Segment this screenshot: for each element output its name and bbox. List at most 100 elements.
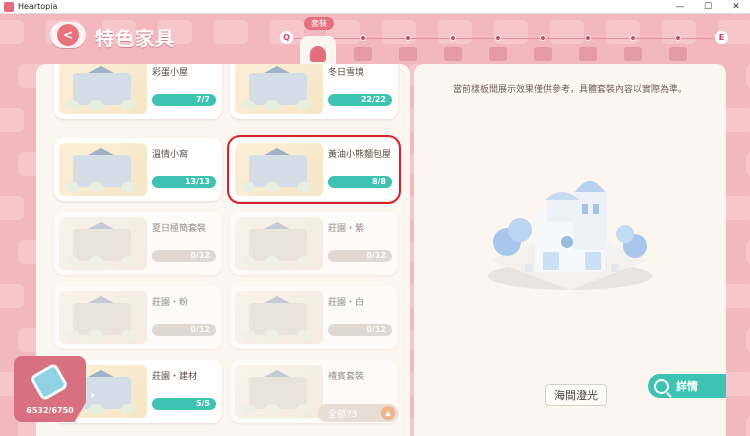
chevron-right-icon[interactable]: › [90, 388, 95, 402]
tab-marker-dot [405, 35, 411, 41]
chevron-up-icon: ▲ [381, 406, 395, 420]
brick-wall-icon [669, 47, 687, 61]
set-thumbnail [235, 143, 323, 196]
set-name: 莊園・建材 [152, 372, 198, 382]
set-thumbnail [235, 64, 323, 114]
tab-bathtub[interactable] [435, 35, 471, 64]
set-name-label: 海間澄光 [545, 384, 607, 406]
cabinet-icon [399, 47, 417, 61]
set-thumbnail [235, 217, 323, 270]
sofa-icon [310, 46, 326, 62]
set-card[interactable]: 莊園・紫 0/12 [230, 212, 398, 275]
set-name: 彩蛋小屋 [152, 68, 189, 78]
collection-count: 8/8 [371, 177, 386, 186]
collection-progress-bar: 0/12 [152, 250, 216, 262]
background-tile [0, 108, 24, 132]
q-key-icon[interactable]: Q [280, 31, 293, 44]
set-thumbnail [235, 365, 323, 418]
e-key-icon[interactable]: E [715, 31, 728, 44]
drawer-icon [579, 47, 597, 61]
set-card[interactable]: 夏日極簡套裝 0/12 [54, 212, 222, 275]
tab-marker-dot [675, 35, 681, 41]
window-controls: — ☐ ✕ [666, 0, 750, 14]
set-card[interactable]: 冬日雪境 22/22 [230, 64, 398, 119]
set-list-panel: 彩蛋小屋 7/7 冬日雪境 22/22 溫情小窩 13/13 黃油小熊麵包屋 8/8 夏日極簡套… [36, 64, 410, 436]
tab-wall[interactable] [660, 35, 696, 64]
set-card[interactable]: 莊園・粉 0/12 [54, 286, 222, 349]
search-icon [654, 378, 669, 394]
set-thumbnail [59, 143, 147, 196]
collection-progress-bar: 7/7 [152, 94, 216, 106]
background-tile [746, 416, 750, 436]
tab-marker-dot [540, 35, 546, 41]
tab-plush[interactable] [615, 35, 651, 64]
filter-dropdown[interactable]: 全部73 ▲ [318, 404, 398, 422]
tab-lamp[interactable] [525, 35, 561, 64]
filter-label: 全部73 [328, 409, 358, 420]
background-tile [746, 328, 750, 352]
background-tile [214, 20, 248, 44]
details-button-label: 詳情 [676, 380, 698, 393]
tab-drawer[interactable] [570, 35, 606, 64]
set-name: 莊園・白 [328, 298, 365, 308]
close-button[interactable]: ✕ [722, 0, 750, 14]
tab-marker-dot [450, 35, 456, 41]
bathtub-icon [444, 47, 462, 61]
furniture-token-icon [29, 362, 69, 402]
collection-count: 0/12 [366, 251, 386, 260]
set-thumbnail [235, 291, 323, 344]
collection-count: 7/7 [195, 95, 210, 104]
background-tile [0, 196, 24, 220]
preview-notice: 當前樣板間展示效果僅供參考，具體套裝內容以實際為準。 [452, 85, 687, 95]
collection-count: 22/22 [360, 95, 386, 104]
set-name: 黃油小熊麵包屋 [328, 150, 392, 160]
tab-cabinet[interactable] [390, 35, 426, 64]
tab-marker-dot [585, 35, 591, 41]
set-card[interactable]: 溫情小窩 13/13 [54, 138, 222, 201]
set-thumbnail [59, 291, 147, 344]
background-tile [746, 152, 750, 176]
collection-count: 13/13 [184, 177, 210, 186]
currency-value: 6532/6750 [26, 406, 74, 415]
currency-badge[interactable]: 6532/6750 [14, 356, 86, 422]
bed-icon [354, 47, 372, 61]
collection-progress-bar: 13/13 [152, 176, 216, 188]
window-title: Heartopia [18, 2, 58, 11]
set-card[interactable]: 黃油小熊麵包屋 8/8 [227, 135, 401, 204]
minimize-button[interactable]: — [666, 0, 694, 14]
set-card[interactable]: 莊園・白 0/12 [230, 286, 398, 349]
teddy-bear-icon [624, 47, 642, 61]
back-arrow-icon: < [57, 24, 79, 46]
background-tile [746, 240, 750, 264]
tab-marker-dot [495, 35, 501, 41]
tab-marker-dot [630, 35, 636, 41]
set-name: 莊園・紫 [328, 224, 365, 234]
collection-progress-bar: 0/12 [328, 324, 392, 336]
set-thumbnail [59, 217, 147, 270]
collection-count: 0/12 [190, 325, 210, 334]
collection-count: 0/12 [190, 251, 210, 260]
collection-progress-bar: 22/22 [328, 94, 392, 106]
set-name: 禮賓套裝 [328, 372, 365, 382]
background-tile [0, 284, 24, 308]
table-icon [489, 47, 507, 61]
collection-count: 0/12 [366, 325, 386, 334]
app-icon [4, 1, 14, 12]
set-thumbnail [59, 64, 147, 114]
window-titlebar: Heartopia — ☐ ✕ [0, 0, 750, 14]
set-preview-image [488, 181, 652, 290]
page-title: 特色家具 [95, 28, 176, 50]
tab-marker-dot [360, 35, 366, 41]
set-name: 溫情小窩 [152, 150, 189, 160]
tab-bed[interactable] [345, 35, 381, 64]
set-card[interactable]: 彩蛋小屋 7/7 [54, 64, 222, 119]
background-tile [0, 20, 24, 44]
collection-progress-bar: 0/12 [152, 324, 216, 336]
collection-count: 5/5 [195, 399, 210, 408]
collection-progress-bar: 5/5 [152, 398, 216, 410]
tab-table[interactable] [480, 35, 516, 64]
collection-progress-bar: 0/12 [328, 250, 392, 262]
maximize-button[interactable]: ☐ [694, 0, 722, 14]
back-button[interactable]: < [50, 22, 86, 48]
details-button[interactable]: 詳情 [648, 374, 726, 398]
